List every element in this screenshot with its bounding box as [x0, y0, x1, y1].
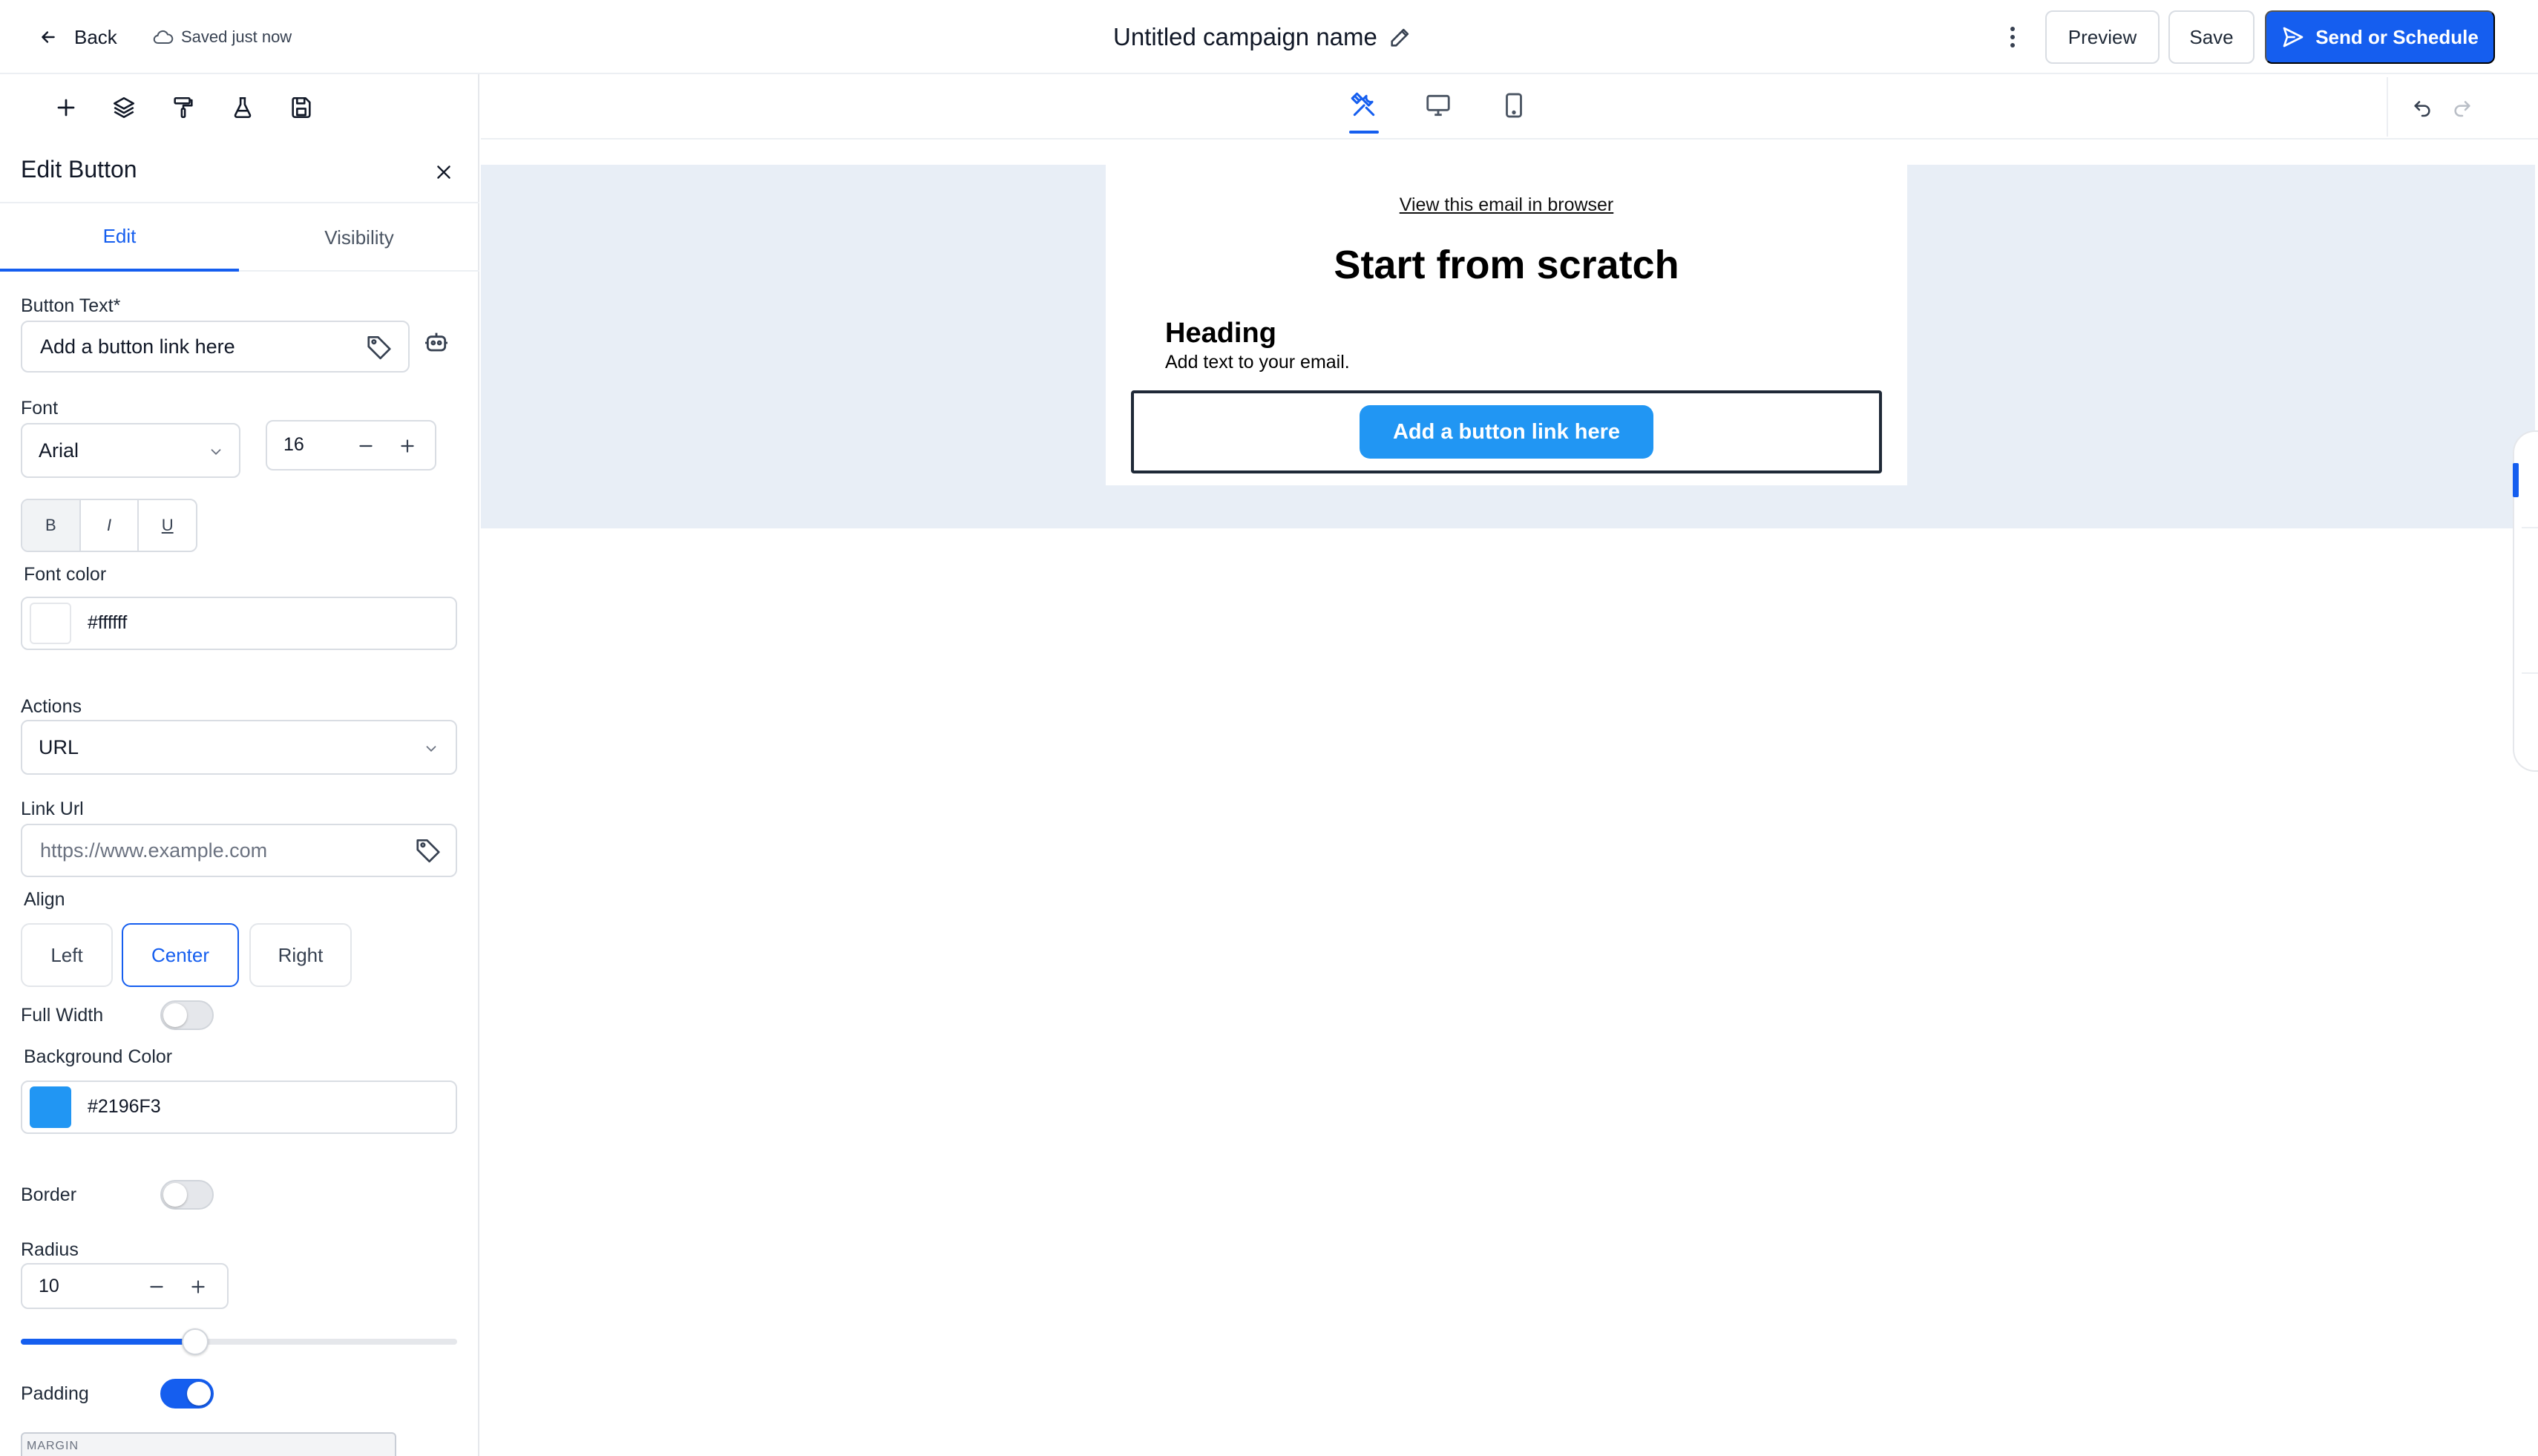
more-menu-button[interactable] — [1999, 21, 2026, 53]
align-label: Align — [24, 889, 65, 910]
bold-label: B — [45, 516, 56, 534]
button-text-label: Button Text* — [21, 295, 121, 316]
campaign-title[interactable]: Untitled campaign name — [1113, 16, 1413, 58]
background-color-field[interactable]: #2196F3 — [21, 1080, 457, 1134]
font-select[interactable]: Arial — [21, 423, 240, 478]
font-size-stepper[interactable]: 16 — [266, 420, 436, 470]
toggle-knob — [163, 1183, 187, 1207]
kebab-icon — [2010, 26, 2016, 48]
side-panel-active-marker — [2513, 463, 2519, 497]
redo-icon[interactable] — [2450, 95, 2474, 119]
plus-icon[interactable] — [398, 436, 417, 456]
tag-icon[interactable] — [414, 836, 442, 864]
font-color-swatch[interactable] — [30, 603, 71, 644]
back-button[interactable]: Back — [39, 18, 117, 56]
align-left-button[interactable]: Left — [21, 923, 113, 987]
tab-edit[interactable]: Edit — [0, 203, 239, 272]
email-title[interactable]: Start from scratch — [1106, 242, 1907, 288]
divider — [2522, 527, 2538, 528]
link-url-placeholder: https://www.example.com — [40, 839, 268, 862]
divider — [2522, 672, 2538, 674]
link-url-label: Link Url — [21, 798, 84, 819]
mobile-icon[interactable] — [1496, 88, 1532, 123]
plus-icon[interactable] — [47, 89, 85, 126]
undo-icon[interactable] — [2410, 95, 2434, 119]
background-color-swatch[interactable] — [30, 1086, 71, 1128]
radius-value[interactable]: 10 — [39, 1276, 59, 1297]
chevron-down-icon — [208, 444, 224, 460]
underline-label: U — [161, 516, 174, 534]
padding-label: Padding — [21, 1383, 89, 1404]
plus-icon[interactable] — [188, 1277, 208, 1296]
italic-button[interactable]: I — [81, 500, 140, 551]
background-color-value[interactable]: #2196F3 — [88, 1096, 161, 1118]
minus-icon[interactable] — [147, 1277, 166, 1296]
flask-icon[interactable] — [224, 89, 261, 126]
pencil-icon[interactable] — [1388, 24, 1413, 50]
full-width-toggle[interactable] — [160, 1000, 214, 1030]
radius-stepper[interactable]: 10 — [21, 1263, 229, 1309]
active-view-indicator — [1349, 131, 1379, 134]
border-toggle[interactable] — [160, 1180, 214, 1210]
italic-label: I — [106, 516, 112, 534]
padding-toggle[interactable] — [160, 1379, 214, 1409]
radius-slider-fill — [21, 1339, 196, 1345]
back-label: Back — [74, 25, 117, 48]
view-in-browser-link[interactable]: View this email in browser — [1106, 194, 1907, 216]
align-center-button[interactable]: Center — [122, 923, 239, 987]
send-or-schedule-button[interactable]: Send or Schedule — [2265, 10, 2495, 64]
save-button[interactable]: Save — [2168, 10, 2255, 64]
preview-button[interactable]: Preview — [2045, 10, 2160, 64]
radius-slider[interactable] — [21, 1328, 457, 1355]
align-right-button[interactable]: Right — [249, 923, 352, 987]
chevron-down-icon — [423, 741, 439, 757]
link-url-field[interactable]: https://www.example.com — [21, 824, 457, 877]
text-format-group: B I U — [21, 499, 197, 552]
saved-label: Saved just now — [181, 27, 292, 46]
font-color-field[interactable]: #ffffff — [21, 597, 457, 650]
cloud-check-icon — [153, 29, 174, 45]
ai-robot-icon[interactable] — [422, 328, 451, 358]
bold-button[interactable]: B — [22, 500, 81, 551]
radius-label: Radius — [21, 1239, 79, 1260]
toggle-knob — [163, 1003, 187, 1027]
font-color-label: Font color — [24, 564, 107, 585]
paint-roller-icon[interactable] — [165, 89, 202, 126]
close-icon[interactable] — [429, 157, 459, 187]
history-controls — [2387, 77, 2491, 137]
email-body-text[interactable]: Add text to your email. — [1165, 352, 1350, 373]
tab-visibility[interactable]: Visibility — [239, 203, 479, 272]
font-value: Arial — [39, 439, 79, 462]
save-disk-icon[interactable] — [283, 89, 320, 126]
editor-icon[interactable] — [1346, 88, 1382, 123]
layers-icon[interactable] — [105, 89, 142, 126]
full-width-label: Full Width — [21, 1005, 104, 1026]
save-status: Saved just now — [153, 22, 292, 52]
actions-value: URL — [39, 736, 79, 758]
margin-box[interactable]: MARGIN — [21, 1432, 396, 1456]
email-cta-button[interactable]: Add a button link here — [1360, 405, 1653, 459]
send-icon — [2281, 25, 2305, 49]
font-color-value[interactable]: #ffffff — [88, 612, 127, 634]
background-color-label: Background Color — [24, 1046, 173, 1067]
radius-slider-thumb[interactable] — [182, 1328, 209, 1355]
email-heading[interactable]: Heading — [1165, 318, 1276, 350]
tag-icon[interactable] — [365, 332, 393, 361]
font-size-value[interactable]: 16 — [283, 434, 304, 456]
desktop-icon[interactable] — [1420, 88, 1456, 123]
send-label: Send or Schedule — [2315, 25, 2479, 48]
actions-label: Actions — [21, 696, 82, 717]
underline-button[interactable]: U — [139, 500, 196, 551]
actions-select[interactable]: URL — [21, 720, 457, 775]
button-text-field[interactable]: Add a button link here — [21, 321, 410, 373]
border-label: Border — [21, 1184, 77, 1205]
panel-title: Edit Button — [21, 156, 137, 183]
button-text-value: Add a button link here — [40, 335, 235, 358]
arrow-left-icon — [39, 27, 58, 47]
margin-label: MARGIN — [27, 1440, 79, 1452]
minus-icon[interactable] — [356, 436, 376, 456]
font-label: Font — [21, 398, 59, 419]
campaign-name[interactable]: Untitled campaign name — [1113, 23, 1377, 51]
toggle-knob — [187, 1382, 211, 1406]
